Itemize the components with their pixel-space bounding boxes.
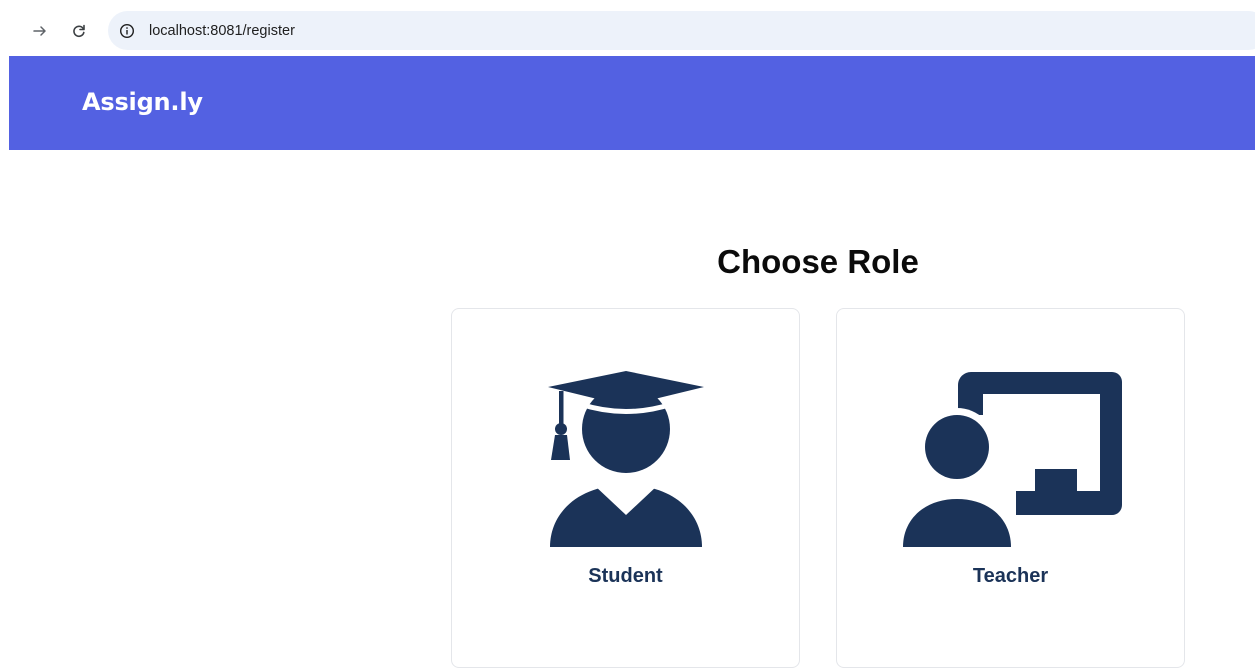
browser-toolbar: localhost:8081/register [0,0,1255,56]
teacher-label: Teacher [972,565,1049,587]
reload-button[interactable] [65,17,93,45]
student-graduate-icon [548,371,704,547]
forward-button[interactable] [26,17,54,45]
site-info-button[interactable] [118,22,136,40]
brand-logo[interactable]: Assign.ly [82,88,203,116]
app-header: Assign.ly [9,56,1255,150]
site-info-icon [119,23,135,38]
address-bar[interactable]: localhost:8081/register [108,11,1255,50]
page-title: Choose Role [717,243,919,280]
teacher-role-card[interactable]: Teacher [836,308,1185,668]
reload-icon [73,24,85,38]
teacher-whiteboard-icon [897,372,1122,557]
arrow-forward-icon [33,26,46,36]
student-label: Student [588,565,663,587]
student-role-card[interactable]: Student [451,308,800,668]
url-text[interactable]: localhost:8081/register [149,23,295,39]
